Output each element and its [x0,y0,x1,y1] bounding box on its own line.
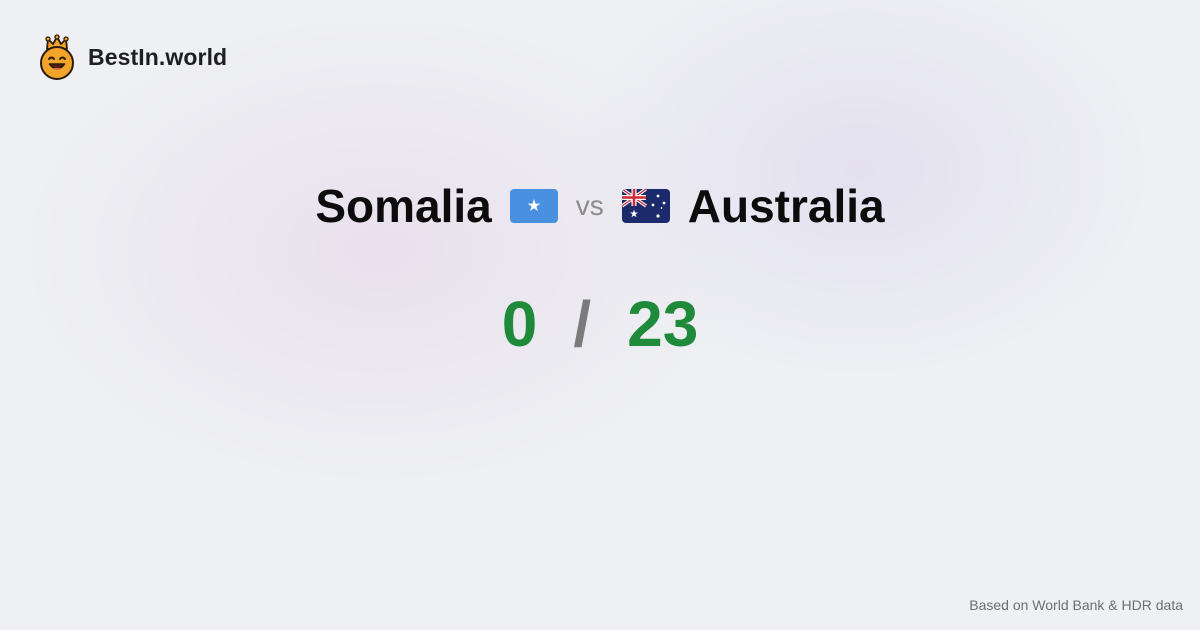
matchup-heading: Somalia vs Australia [0,176,1200,236]
left-country-name: Somalia [315,180,492,232]
brand[interactable]: BestIn.world [38,34,227,80]
right-score: 23 [627,288,699,360]
score-display: 0 / 23 [0,284,1200,364]
brand-name: BestIn.world [88,43,228,70]
australia-flag-icon [621,189,670,223]
crown-smiley-icon [40,34,74,80]
data-source-note: Based on World Bank & HDR data [969,597,1183,613]
vs-label: vs [575,190,604,221]
score-separator: / [573,288,592,360]
somalia-flag-icon [509,189,558,223]
left-score: 0 [501,288,538,360]
right-country-name: Australia [687,180,885,232]
